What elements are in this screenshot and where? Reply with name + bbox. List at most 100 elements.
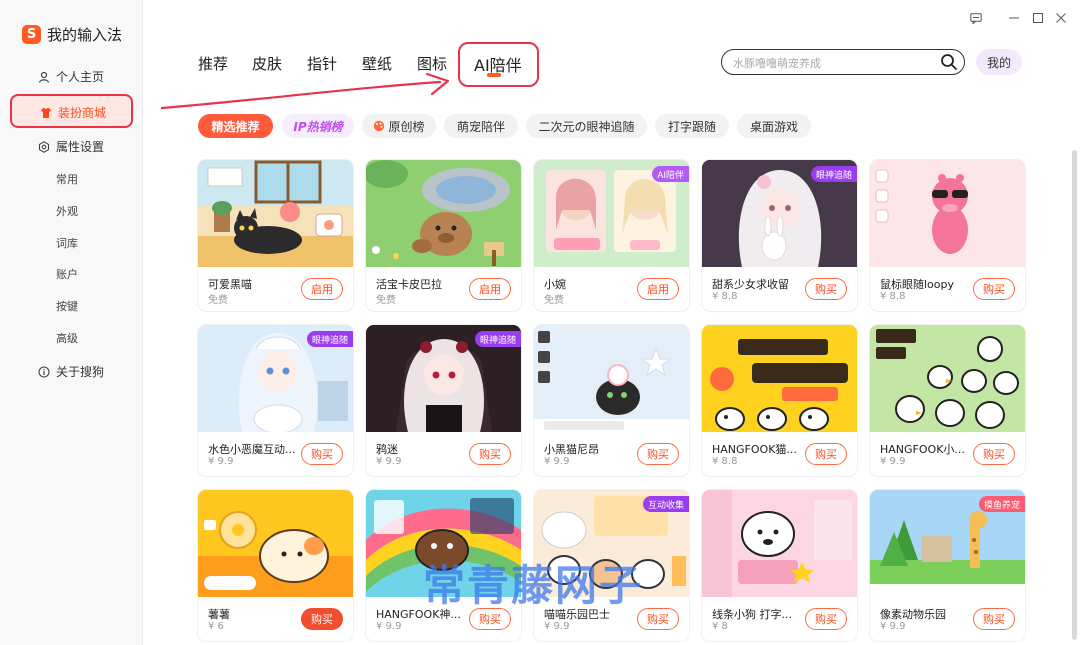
search-box[interactable]: 水豚噜噜萌宠养成: [721, 49, 965, 75]
enable-button[interactable]: 启用: [469, 278, 511, 300]
theme-price: ¥ 9.9: [208, 456, 234, 467]
theme-price: ¥ 9.9: [544, 621, 570, 632]
chip-desktop-games[interactable]: 桌面游戏: [737, 114, 811, 138]
enable-button[interactable]: 启用: [637, 278, 679, 300]
minimize-icon[interactable]: [1006, 10, 1022, 26]
buy-button[interactable]: 购买: [301, 443, 343, 465]
theme-thumbnail: 眼神追随: [366, 325, 521, 432]
theme-thumbnail: 摸鱼养宠: [870, 490, 1025, 597]
chip-ip-hot[interactable]: IP热销榜: [282, 114, 354, 138]
buy-button[interactable]: 购买: [637, 608, 679, 630]
theme-price: 免费: [544, 295, 564, 306]
sidebar-subitem-account[interactable]: 账户: [56, 266, 78, 282]
app-title: 我的输入法: [47, 26, 123, 44]
theme-card[interactable]: 小黑猫尼昂 ¥ 9.9 购买: [534, 325, 689, 476]
sidebar-item-settings[interactable]: 属性设置: [38, 138, 104, 155]
theme-card[interactable]: 线条小狗 打字... ¥ 8 购买: [702, 490, 857, 641]
theme-name: 鼠标眼随loopy: [880, 278, 955, 291]
feature-badge: 眼神追随: [810, 166, 857, 182]
buy-button[interactable]: 购买: [805, 443, 847, 465]
theme-card[interactable]: HANGFOOK小... ¥ 9.9 购买: [870, 325, 1025, 476]
chip-eye-follow[interactable]: 二次元の眼神追随: [526, 114, 647, 138]
theme-thumbnail: [702, 325, 857, 432]
shirt-icon: [40, 107, 52, 119]
buy-button[interactable]: 购买: [973, 443, 1015, 465]
sidebar-subitem-common[interactable]: 常用: [56, 171, 78, 187]
chip-original[interactable]: 原创榜: [362, 114, 436, 138]
buy-button[interactable]: 购买: [973, 278, 1015, 300]
theme-price: ¥ 6: [208, 621, 224, 632]
theme-card[interactable]: 鼠标眼随loopy ¥ 8.8 购买: [870, 160, 1025, 311]
buy-button[interactable]: 购买: [805, 278, 847, 300]
theme-thumbnail: [870, 160, 1025, 267]
theme-card[interactable]: 摸鱼养宠 像素动物乐园 ¥ 9.9 购买: [870, 490, 1025, 641]
palette-icon: [373, 120, 385, 132]
theme-name: HANGFOOK猫...: [712, 443, 797, 456]
buy-button[interactable]: 购买: [469, 443, 511, 465]
sidebar-item-label: 属性设置: [56, 140, 105, 154]
theme-thumbnail: 眼神追随: [702, 160, 857, 267]
maximize-icon[interactable]: [1030, 10, 1046, 26]
theme-card[interactable]: 活宝卡皮巴拉 免费 启用: [366, 160, 521, 311]
chip-pet[interactable]: 萌宠陪伴: [444, 114, 518, 138]
theme-price: 免费: [208, 295, 228, 306]
theme-name: 小婉: [544, 278, 566, 291]
app-logo: S 我的输入法: [22, 24, 122, 45]
info-icon: [38, 365, 50, 378]
mine-button[interactable]: 我的: [976, 49, 1022, 75]
theme-name: HANGFOOK小...: [880, 443, 965, 456]
sidebar-subitem-dictionary[interactable]: 词库: [56, 235, 78, 251]
sidebar-subitem-advanced[interactable]: 高级: [56, 330, 78, 346]
theme-card[interactable]: 眼神追随 甜系少女求收留 ¥ 8.8 购买: [702, 160, 857, 311]
theme-thumbnail: [870, 325, 1025, 432]
feature-badge: AI陪伴: [652, 166, 689, 182]
sidebar-item-about[interactable]: 关于搜狗: [38, 363, 104, 380]
theme-name: 小黑猫尼昂: [544, 443, 599, 456]
buy-button[interactable]: 购买: [301, 608, 343, 630]
theme-price: ¥ 8.8: [712, 291, 738, 302]
sidebar-subitem-appearance[interactable]: 外观: [56, 203, 78, 219]
theme-price: ¥ 9.9: [376, 456, 402, 467]
sidebar-item-profile[interactable]: 个人主页: [38, 68, 104, 85]
active-tab-indicator: [487, 73, 501, 77]
theme-card[interactable]: HANGFOOK猫... ¥ 8.8 购买: [702, 325, 857, 476]
chip-featured[interactable]: 精选推荐: [198, 114, 273, 138]
annotation-arrow: [160, 72, 450, 110]
search-input[interactable]: 水豚噜噜萌宠养成: [733, 55, 821, 71]
theme-card[interactable]: 薯薯 ¥ 6 购买: [198, 490, 353, 641]
theme-name: 甜系少女求收留: [712, 278, 789, 291]
theme-card[interactable]: 可爱黑喵 免费 启用: [198, 160, 353, 311]
theme-thumbnail: 眼神追随: [198, 325, 353, 432]
feature-badge: 互动收集: [642, 496, 689, 512]
theme-price: ¥ 8.8: [712, 456, 738, 467]
feedback-icon[interactable]: [968, 10, 984, 26]
theme-price: ¥ 9.9: [880, 456, 906, 467]
theme-card[interactable]: 眼神追随 水色小恶魔互动... ¥ 9.9 购买: [198, 325, 353, 476]
theme-name: 薯薯: [208, 608, 230, 621]
sidebar-item-label: 关于搜狗: [56, 365, 105, 379]
buy-button[interactable]: 购买: [973, 608, 1015, 630]
chip-label: 原创榜: [388, 119, 425, 134]
theme-name: 像素动物乐园: [880, 608, 946, 621]
theme-card[interactable]: 眼神追随 鸦迷 ¥ 9.9 购买: [366, 325, 521, 476]
enable-button[interactable]: 启用: [301, 278, 343, 300]
theme-thumbnail: AI陪伴: [534, 160, 689, 267]
theme-price: ¥ 8.8: [880, 291, 906, 302]
theme-price: ¥ 9.9: [376, 621, 402, 632]
theme-price: ¥ 9.9: [880, 621, 906, 632]
sidebar-subitem-keys[interactable]: 按键: [56, 298, 78, 314]
theme-card[interactable]: AI陪伴 小婉 免费 启用: [534, 160, 689, 311]
theme-thumbnail: [198, 490, 353, 597]
buy-button[interactable]: 购买: [637, 443, 679, 465]
sogou-logo-icon: S: [22, 25, 41, 44]
search-icon[interactable]: [940, 53, 958, 71]
buy-button[interactable]: 购买: [805, 608, 847, 630]
theme-thumbnail: [702, 490, 857, 597]
person-icon: [38, 71, 50, 83]
scrollbar[interactable]: [1072, 150, 1077, 640]
theme-thumbnail: [366, 160, 521, 267]
chip-typing-follow[interactable]: 打字跟随: [655, 114, 729, 138]
sidebar-item-shop[interactable]: 装扮商城: [10, 94, 133, 128]
theme-name: 线条小狗 打字...: [712, 608, 792, 621]
close-icon[interactable]: [1053, 10, 1069, 26]
